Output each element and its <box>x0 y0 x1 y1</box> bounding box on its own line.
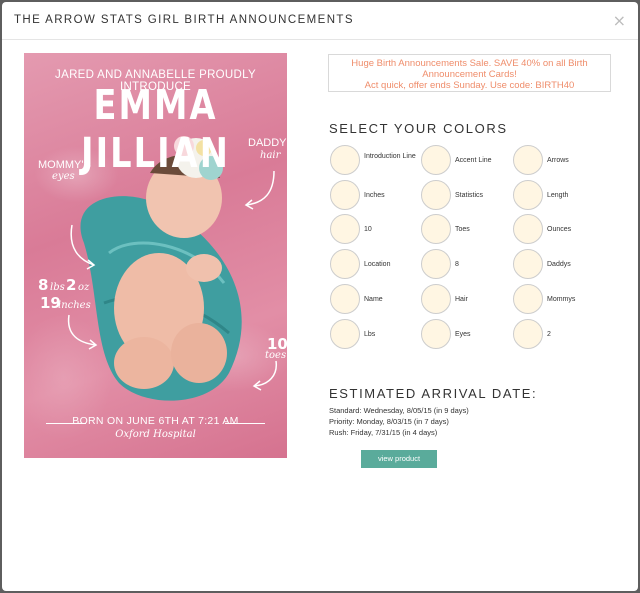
photo-oz-script: oz <box>78 282 90 293</box>
color-option-label: Daddys <box>547 261 571 269</box>
color-option-label: Accent Line <box>455 157 492 164</box>
color-option-label: Lbs <box>364 330 376 338</box>
modal-title: THE ARROW STATS GIRL BIRTH ANNOUNCEMENTS <box>14 14 354 26</box>
color-option-label: Mommys <box>547 295 576 303</box>
sale-line-2: Announcement Cards! <box>422 69 517 80</box>
color-swatch[interactable] <box>330 179 360 210</box>
color-option[interactable]: Location <box>330 249 422 280</box>
color-swatch[interactable] <box>330 318 360 349</box>
color-option[interactable]: Introduction Line <box>330 145 422 175</box>
photo-oz-number: 2 <box>66 276 77 294</box>
color-option-label: Introduction Line <box>364 153 416 160</box>
color-option[interactable]: Accent Line <box>421 145 513 175</box>
color-swatch[interactable] <box>513 179 543 210</box>
photo-daddys-label: DADDY'S <box>248 137 287 149</box>
photo-mommys-script: eyes <box>52 171 75 182</box>
color-option-label: Inches <box>364 191 385 199</box>
color-option[interactable]: Daddys <box>513 249 605 280</box>
color-option-label: Statistics <box>455 191 484 199</box>
color-swatch[interactable] <box>513 214 543 245</box>
color-option[interactable]: Arrows <box>513 145 605 175</box>
arrival-priority: Priority: Monday, 8/03/15 (in 7 days) <box>329 417 449 426</box>
photo-born-text: BORN ON JUNE 6TH AT 7:21 AM <box>72 415 239 427</box>
color-option[interactable]: Toes <box>421 214 513 245</box>
view-product-button[interactable]: view product <box>361 450 437 468</box>
arrival-dates: Standard: Wednesday, 8/05/15 (in 9 days)… <box>329 405 469 438</box>
arrival-standard: Standard: Wednesday, 8/05/15 (in 9 days) <box>329 406 469 415</box>
color-swatch[interactable] <box>330 214 360 245</box>
color-swatch[interactable] <box>513 318 543 349</box>
select-colors-heading: SELECT YOUR COLORS <box>329 121 508 136</box>
color-swatch[interactable] <box>421 214 451 245</box>
color-option-label: Location <box>364 261 391 269</box>
photo-toes-script: toes <box>265 350 287 361</box>
color-option[interactable]: Ounces <box>513 214 605 245</box>
sale-line-1: Huge Birth Announcements Sale. SAVE 40% … <box>351 58 588 69</box>
color-option-label: 8 <box>455 261 459 269</box>
color-option-label: 10 <box>364 226 372 234</box>
photo-inches-script: inches <box>58 300 91 311</box>
photo-daddys-script: hair <box>260 150 281 161</box>
color-option[interactable]: Name <box>330 283 422 314</box>
modal-header: THE ARROW STATS GIRL BIRTH ANNOUNCEMENTS… <box>2 2 638 40</box>
color-swatch[interactable] <box>421 318 451 349</box>
sale-line-3: Act quick, offer ends Sunday. Use code: … <box>364 80 575 91</box>
color-option-label: Arrows <box>547 157 569 164</box>
color-swatch[interactable] <box>513 249 543 280</box>
photo-hospital-text: Oxford Hospital <box>115 429 196 440</box>
color-option-label: Hair <box>455 295 468 303</box>
arrival-rush: Rush: Friday, 7/31/15 (in 4 days) <box>329 428 438 437</box>
product-image: JARED AND ANNABELLE PROUDLY INTRODUCE EM… <box>24 53 287 458</box>
color-option[interactable]: Eyes <box>421 318 513 349</box>
color-option-label: Ounces <box>547 226 572 234</box>
color-option[interactable]: Lbs <box>330 318 422 349</box>
color-swatch[interactable] <box>330 145 360 175</box>
arrival-date-heading: ESTIMATED ARRIVAL DATE: <box>329 386 538 401</box>
color-option[interactable]: Statistics <box>421 179 513 210</box>
color-swatch[interactable] <box>513 283 543 314</box>
sale-banner: Huge Birth Announcements Sale. SAVE 40% … <box>328 54 611 92</box>
color-option-label: Length <box>547 191 569 199</box>
photo-lbs-number: 8 <box>38 276 49 294</box>
color-option-label: Eyes <box>455 330 471 338</box>
color-swatch[interactable] <box>330 283 360 314</box>
color-swatch[interactable] <box>421 145 451 175</box>
color-option-label: Toes <box>455 226 470 234</box>
photo-mommys-label: MOMMY'S <box>38 159 91 171</box>
color-option[interactable]: 10 <box>330 214 422 245</box>
color-option[interactable]: Length <box>513 179 605 210</box>
color-option[interactable]: Inches <box>330 179 422 210</box>
color-swatch[interactable] <box>421 249 451 280</box>
color-option[interactable]: 8 <box>421 249 513 280</box>
color-swatch[interactable] <box>513 145 543 175</box>
photo-lbs-script: lbs <box>50 282 65 293</box>
color-option[interactable]: Mommys <box>513 283 605 314</box>
color-option-label: Name <box>364 295 383 303</box>
color-swatch[interactable] <box>421 179 451 210</box>
color-swatch[interactable] <box>421 283 451 314</box>
color-option[interactable]: Hair <box>421 283 513 314</box>
color-option[interactable]: 2 <box>513 318 605 349</box>
close-icon[interactable]: × <box>613 11 626 30</box>
color-swatch[interactable] <box>330 249 360 280</box>
color-option-label: 2 <box>547 330 551 338</box>
